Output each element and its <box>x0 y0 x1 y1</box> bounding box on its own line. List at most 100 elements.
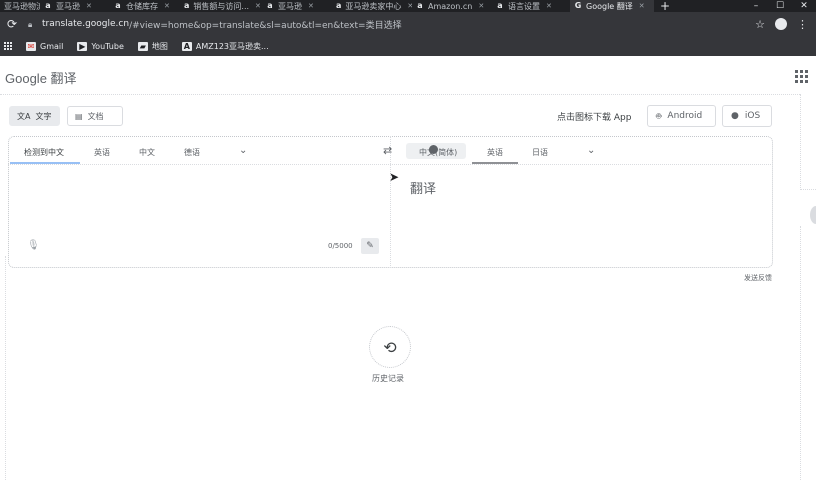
tab-6[interactable]: a 亚马逊卖家中心 ✕ <box>332 0 412 12</box>
tab-1[interactable]: 亚马逊物流... <box>0 0 40 12</box>
history-label: 历史记录 <box>372 374 404 383</box>
tab-2[interactable]: a 亚马逊 ✕ <box>40 0 110 12</box>
amazon-icon: a <box>184 1 190 10</box>
maps-icon: ▰ <box>137 41 148 51</box>
minimize-button[interactable]: – <box>744 0 768 12</box>
maximize-button[interactable]: ☐ <box>768 0 792 12</box>
amazon-icon: a <box>336 1 342 10</box>
char-count: 0/5000 <box>328 242 353 250</box>
microphone-icon[interactable]: 🎙︎ <box>27 240 40 251</box>
source-lang-chinese[interactable]: 中文 <box>139 147 155 158</box>
target-lang-japanese[interactable]: 日语 <box>532 147 548 158</box>
target-lang-more-icon[interactable]: ⌄ <box>587 145 595 156</box>
tab-7[interactable]: a Amazon.cn ✕ <box>412 0 492 12</box>
amz123-icon: A <box>181 41 192 51</box>
page-border <box>5 256 6 480</box>
amazon-icon: a <box>45 1 51 10</box>
send-feedback-link[interactable]: 发送反馈 <box>744 273 772 283</box>
address-bar[interactable]: 🔒︎ translate.google.cn /#view=home&op=tr… <box>24 15 755 33</box>
page-border <box>800 226 801 480</box>
android-icon: 🤖︎ <box>656 111 662 122</box>
target-lang-indicator <box>472 162 518 164</box>
tab-label: 语言设置 <box>508 1 540 11</box>
mouse-cursor-icon: ➤ <box>389 170 400 184</box>
edge-divider <box>800 94 801 190</box>
bookmark-amz123[interactable]: A AMZ123亚马逊卖... <box>181 41 269 52</box>
gmail-icon: ✉ <box>26 41 36 51</box>
close-icon[interactable]: ✕ <box>255 2 261 10</box>
history-button[interactable]: ⟲ <box>369 326 411 368</box>
mode-text-button[interactable]: 文A 文字 <box>9 106 60 126</box>
amazon-icon: a <box>497 1 503 10</box>
tab-label: 亚马逊物流... <box>4 1 40 11</box>
bookmark-maps[interactable]: ▰ 地图 <box>137 41 168 52</box>
ios-button[interactable]: ● iOS <box>722 105 772 127</box>
menu-dots-icon[interactable]: ⋮ <box>797 18 808 31</box>
toolbar-actions: ☆ ⋮ <box>755 18 816 31</box>
tab-3[interactable]: a 仓储库存 ✕ <box>110 0 180 12</box>
ripple-indicator <box>429 145 438 154</box>
tab-google-translate[interactable]: G Google 翻译 ✕ <box>570 0 654 12</box>
target-lang-chinese-simplified[interactable]: 中文(简体) <box>419 147 457 158</box>
source-lang-more-icon[interactable]: ⌄ <box>239 145 247 156</box>
amazon-icon: a <box>417 1 423 10</box>
bookmark-label: AMZ123亚马逊卖... <box>195 41 269 51</box>
reload-icon[interactable]: ⟳ <box>0 17 24 31</box>
page-header: Google 翻译 <box>0 56 816 96</box>
source-lang-english[interactable]: 英语 <box>94 147 110 158</box>
google-translate-logo[interactable]: Google 翻译 <box>5 68 77 87</box>
close-window-button[interactable]: ✕ <box>792 0 816 12</box>
bookmark-label: 地图 <box>151 41 168 51</box>
history-icon: ⟲ <box>383 337 397 357</box>
source-lang-detected[interactable]: 检测到中文 <box>24 147 64 158</box>
close-icon[interactable]: ✕ <box>546 2 552 10</box>
tab-label: 亚马逊 <box>278 1 302 11</box>
source-lang-german[interactable]: 德语 <box>184 147 200 158</box>
tab-label: 仓储库存 <box>126 1 158 11</box>
document-icon: ▤ <box>75 111 83 121</box>
android-label: Android <box>667 111 703 121</box>
apple-icon: ● <box>731 111 739 121</box>
apps-shortcut[interactable] <box>4 42 12 50</box>
bookmark-youtube[interactable]: ▶ YouTube <box>77 41 124 51</box>
mode-docs-label: 文档 <box>87 111 104 121</box>
edge-divider <box>800 189 816 190</box>
header-divider <box>0 94 800 95</box>
tab-4[interactable]: a 销售额与访问... ✕ <box>180 0 262 12</box>
target-lang-english[interactable]: 英语 <box>487 147 503 158</box>
side-panel-handle[interactable] <box>810 206 816 224</box>
download-app-text: 点击图标下载 App <box>557 113 632 123</box>
swap-languages-icon[interactable]: ⇄ <box>383 144 392 157</box>
lock-icon[interactable]: 🔒︎ <box>28 20 36 29</box>
google-apps-icon[interactable] <box>795 70 808 83</box>
bookmarks-bar: ✉ Gmail ▶ YouTube ▰ 地图 A AMZ123亚马逊卖... <box>0 36 816 56</box>
translate-icon: 文A <box>17 111 31 121</box>
window-controls: – ☐ ✕ <box>744 0 816 12</box>
bookmark-label: Gmail <box>40 41 64 51</box>
mode-docs-button[interactable]: ▤ 文档 <box>67 106 123 126</box>
close-icon[interactable]: ✕ <box>308 2 314 10</box>
tab-label: Google 翻译 <box>586 1 633 11</box>
bookmark-gmail[interactable]: ✉ Gmail <box>26 41 64 51</box>
handwriting-icon[interactable]: ✎ <box>361 238 379 254</box>
close-icon[interactable]: ✕ <box>164 2 170 10</box>
close-icon[interactable]: ✕ <box>86 2 92 10</box>
close-icon[interactable]: ✕ <box>639 2 645 10</box>
close-icon[interactable]: ✕ <box>478 2 484 10</box>
tab-label: 亚马逊卖家中心 <box>345 1 402 11</box>
tab-8[interactable]: a 语言设置 ✕ <box>492 0 570 12</box>
tab-5[interactable]: a 亚马逊 ✕ <box>262 0 332 12</box>
translate-page: Google 翻译 文A 文字 ▤ 文档 点击图标下载 App 🤖︎ Andro… <box>0 56 816 480</box>
source-lang-indicator <box>10 162 80 164</box>
android-button[interactable]: 🤖︎ Android <box>647 105 716 127</box>
apps-icon <box>4 42 12 50</box>
amazon-icon: a <box>115 1 121 10</box>
url-path: /#view=home&op=translate&sl=auto&tl=en&t… <box>129 20 402 31</box>
youtube-icon: ▶ <box>77 41 88 51</box>
profile-avatar[interactable] <box>775 18 787 30</box>
bookmark-star-icon[interactable]: ☆ <box>755 18 765 31</box>
translation-output: 翻译 <box>410 182 437 197</box>
url-host: translate.google.cn <box>42 19 130 29</box>
browser-toolbar: ⟳ 🔒︎ translate.google.cn /#view=home&op=… <box>0 12 816 36</box>
tab-strip: 亚马逊物流... a亚马逊✕ a仓储库存✕ a销售额与访问...✕ a亚马逊✕ … <box>0 0 816 13</box>
